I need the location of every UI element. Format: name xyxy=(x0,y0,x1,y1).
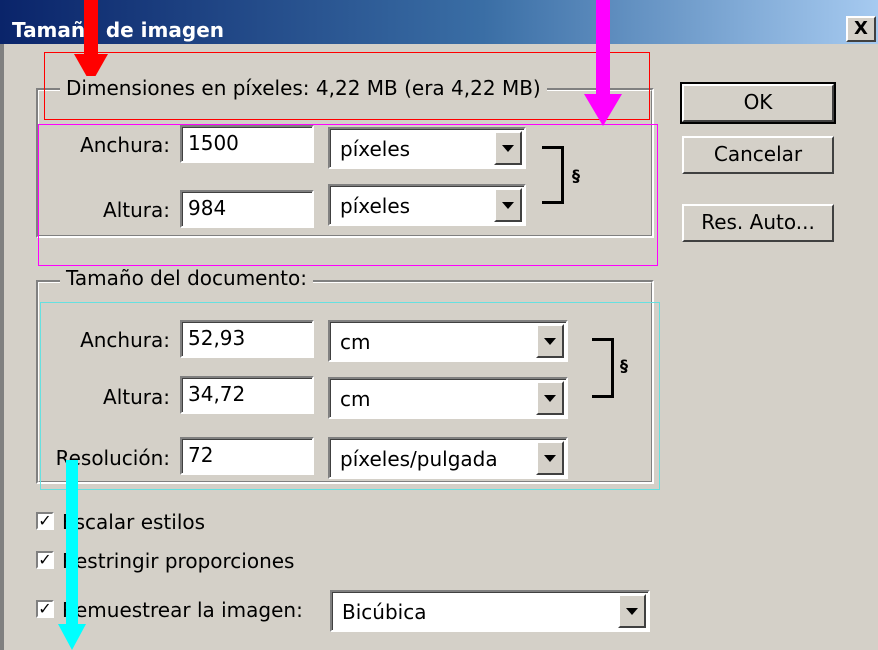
close-icon: X xyxy=(854,18,868,39)
close-button[interactable]: X xyxy=(846,16,876,42)
resample-checkbox[interactable]: ✓ xyxy=(36,600,54,618)
cancel-button[interactable]: Cancelar xyxy=(682,136,834,174)
resample-method-value: Bicúbica xyxy=(342,600,427,624)
window-title: Tamaño de imagen xyxy=(12,18,224,42)
resample-label[interactable]: Remuestrear la imagen: xyxy=(62,598,303,622)
resample-method-select[interactable]: Bicúbica xyxy=(330,590,650,632)
pixel-dimensions-legend: Dimensiones en píxeles: 4,22 MB (era 4,2… xyxy=(60,76,547,100)
scale-styles-label[interactable]: Escalar estilos xyxy=(62,510,205,534)
constrain-proportions-label[interactable]: Restringir proporciones xyxy=(62,549,294,573)
cyan-highlight-box xyxy=(40,302,660,490)
constrain-proportions-checkbox[interactable]: ✓ xyxy=(36,551,54,569)
title-bar: Tamaño de imagen X xyxy=(0,0,878,44)
window-edge xyxy=(0,44,4,650)
magenta-highlight-box xyxy=(38,124,658,266)
chevron-down-icon[interactable] xyxy=(618,594,646,628)
document-size-legend: Tamaño del documento: xyxy=(60,266,313,290)
scale-styles-checkbox[interactable]: ✓ xyxy=(36,512,54,530)
auto-resolution-button[interactable]: Res. Auto... xyxy=(682,204,834,242)
ok-button[interactable]: OK xyxy=(680,82,836,124)
